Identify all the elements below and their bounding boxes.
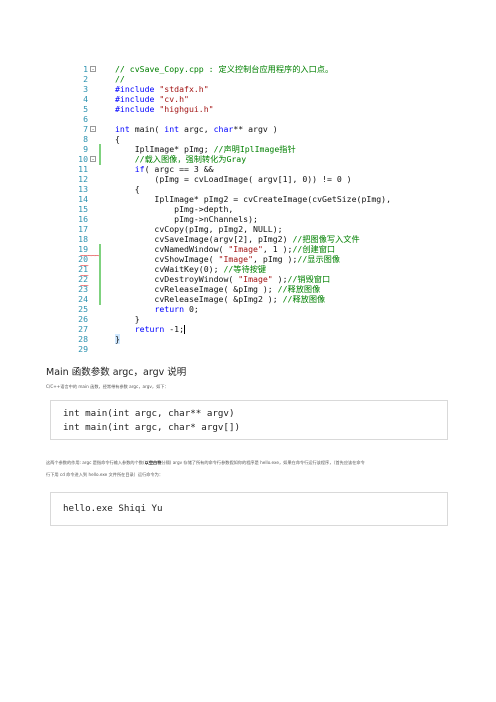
code-token: cvWaitKey(0); (115, 264, 224, 274)
article-heading: Main 函数参数 argc，argv 说明 (46, 367, 187, 378)
code-token: //销毁窗口 (287, 274, 331, 284)
code-editor[interactable]: 1-// cvSave_Copy.cpp : 定义控制台应用程序的入口点。 2//… (78, 64, 391, 356)
code-token: , pImg ); (253, 254, 298, 264)
code-token: cvSaveImage(argv[2], pImg2) (115, 234, 293, 244)
explanation-text-a: 这两个参数的作用: argc 是指命令行输入参数的个数( (46, 460, 145, 465)
code-token: "Image" (228, 244, 263, 254)
code-token: { (115, 134, 120, 144)
code-token: "Image" (238, 274, 273, 284)
explanation-paragraph: 这两个参数的作用: argc 是指命令行输入参数的个数(以空白符分隔) argv… (46, 457, 456, 469)
code-token: cvReleaseImage( &pImg ); (115, 284, 278, 294)
code-token: int (115, 124, 135, 134)
code-token: //显示图像 (297, 254, 341, 264)
explanation-text-b: 分隔) argv 存储了所有的命令行参数假如你的程序是 hello.exe，如果… (161, 460, 365, 465)
code-token: // (115, 74, 125, 84)
text-cursor (184, 325, 186, 334)
fold-toggle-icon[interactable]: - (90, 156, 96, 163)
code-token: //创建窗口 (292, 244, 336, 254)
code-token: //把图像写入文件 (292, 234, 360, 244)
code-token: pImg->nChannels); (115, 214, 258, 224)
code-token: "stdafx.h" (159, 84, 209, 94)
signature-line-2: int main(int argc, char* argv[]) (63, 422, 241, 433)
code-token: cvNamedWindow( (115, 244, 229, 254)
code-token: main( (134, 124, 165, 134)
fold-toggle-icon[interactable]: - (90, 126, 96, 133)
code-token: int (164, 124, 185, 134)
code-token: if (134, 164, 145, 174)
intro-text: C/C++语言中的 main 函数，经常带有参数 argc，argv，如下： (46, 384, 169, 389)
code-token: } (115, 334, 120, 344)
code-token: //载入图像，强制转化为Gray (115, 154, 247, 164)
fold-toggle-icon[interactable]: - (90, 66, 96, 73)
signature-line-1: int main(int argc, char** argv) (63, 408, 235, 419)
code-token: return (134, 324, 165, 334)
signature-code-box: int main(int argc, char** argv) int main… (50, 400, 448, 440)
code-token: // cvSave_Copy.cpp : 定义控制台应用程序的入口点。 (115, 64, 334, 74)
code-token: , 1 ); (262, 244, 293, 254)
code-token: "highgui.h" (159, 104, 214, 114)
code-token: //释放图像 (282, 294, 326, 304)
code-token: IplImage* pImg; (115, 144, 214, 154)
explanation-bold: 以空白符 (144, 460, 162, 465)
code-token: char (213, 124, 234, 134)
command-line: hello.exe Shiqi Yu (63, 503, 163, 514)
code-token: cvDestroyWindow( (115, 274, 239, 284)
code-token: cvReleaseImage( &pImg2 ); (115, 294, 283, 304)
code-token: ** argv ) (233, 124, 278, 134)
code-token: pImg->depth, (115, 204, 234, 214)
explanation-paragraph-2: 行下用 cd 命令进入到 hello.exe 文件所在目录）运行命令为： (46, 472, 164, 477)
code-token: ( argc == 3 && (144, 164, 214, 174)
code-token: (pImg = cvLoadImage( argv[1], 0)) != 0 ) (115, 174, 352, 184)
code-token: ); (272, 274, 288, 284)
code-token: #include (115, 104, 160, 114)
command-code-box: hello.exe Shiqi Yu (50, 492, 448, 526)
code-token: "Image" (218, 254, 254, 264)
code-token: cvShowImage( (115, 254, 219, 264)
code-token: //等待按键 (223, 264, 267, 274)
code-line[interactable]: 29 (78, 344, 378, 355)
line-number: 29 (78, 344, 88, 354)
code-token: //声明IplImage指针 (213, 144, 296, 154)
code-token: #include (115, 94, 160, 104)
code-token: #include (115, 84, 160, 94)
code-token: { (115, 184, 140, 194)
code-token: //释放图像 (277, 284, 321, 294)
code-token: argc, (184, 124, 214, 134)
code-token: return (154, 304, 185, 314)
code-token: cvCopy(pImg, pImg2, NULL); (115, 224, 283, 234)
code-token: -1; (164, 324, 185, 334)
code-token: 0; (184, 304, 199, 314)
code-token: } (115, 314, 140, 324)
code-token: IplImage* pImg2 = cvCreateImage(cvGetSiz… (115, 194, 392, 204)
code-token: "cv.h" (159, 94, 189, 104)
